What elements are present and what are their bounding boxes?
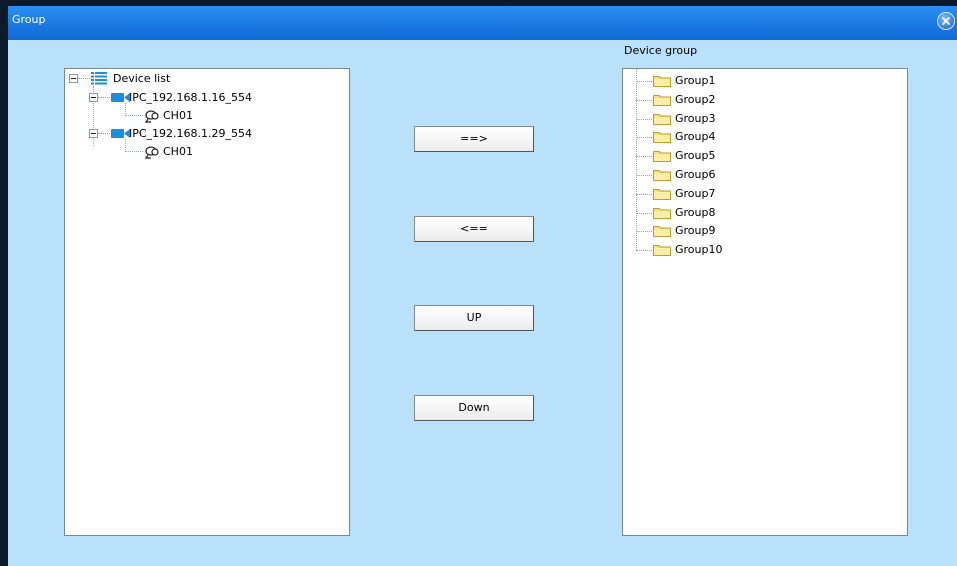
folder-icon (653, 170, 671, 181)
group-item[interactable]: Group10 (653, 241, 773, 259)
camera-icon (111, 93, 130, 102)
tree-connector (636, 118, 652, 120)
move-down-button[interactable]: Down (414, 395, 534, 421)
group-item[interactable]: Group4 (653, 128, 773, 146)
folder-icon (653, 245, 671, 257)
folder-icon (653, 207, 671, 219)
group-item[interactable]: Group1 (653, 72, 773, 90)
remove-from-group-button[interactable]: <== (414, 216, 534, 242)
group-label: Group3 (675, 111, 716, 125)
tree-connector (125, 151, 143, 152)
folder-icon (653, 94, 671, 106)
group-dialog: Group Device group Device list IPC_192.1… (8, 6, 957, 566)
group-label: Group10 (675, 243, 723, 257)
title-bar: Group (8, 6, 957, 40)
device-label: IPC_192.168.1.16_554 (129, 91, 253, 104)
tree-connector (636, 212, 652, 214)
tree-connector (636, 137, 652, 139)
tree-connector (636, 250, 652, 252)
group-item[interactable]: Group3 (653, 110, 773, 128)
tree-connector (636, 81, 652, 82)
tree-connector (636, 156, 652, 158)
close-icon (942, 17, 950, 25)
add-to-group-button[interactable]: ==> (414, 126, 534, 152)
group-item[interactable]: Group8 (653, 204, 773, 222)
group-label: Group9 (675, 224, 716, 238)
tree-connector (636, 69, 637, 251)
device-group-tree[interactable]: Group1 Group2 Group3 Group4 Group5 Group6 Grou… (622, 68, 908, 536)
collapse-toggle[interactable] (69, 74, 78, 83)
collapse-toggle[interactable] (89, 93, 98, 102)
group-item[interactable]: Group9 (653, 222, 773, 240)
group-label: Group7 (675, 186, 716, 200)
folder-icon (653, 113, 671, 125)
group-label: Group1 (675, 74, 716, 87)
group-label: Group8 (675, 205, 716, 219)
group-item[interactable]: Group2 (653, 91, 773, 109)
tree-root-label: Device list (113, 72, 171, 85)
folder-icon (653, 226, 671, 238)
tree-connector (636, 193, 652, 195)
folder-icon (653, 151, 671, 163)
tree-channel[interactable]: CH01 (145, 107, 245, 125)
tree-channel[interactable]: CH01 (145, 143, 245, 161)
folder-icon (653, 188, 671, 200)
tree-connector (125, 115, 143, 116)
window-title: Group (12, 13, 46, 26)
close-button[interactable] (937, 12, 955, 30)
channel-label: CH01 (163, 145, 193, 158)
folder-icon (653, 132, 671, 144)
group-label: Group4 (675, 130, 716, 144)
tree-root-device-list[interactable]: Device list (69, 70, 269, 88)
tree-connector (636, 99, 652, 101)
device-group-heading: Device group (624, 44, 698, 57)
list-icon (91, 72, 107, 85)
tree-connector (636, 175, 652, 176)
move-up-button[interactable]: UP (414, 305, 534, 331)
group-label: Group2 (675, 92, 716, 106)
tree-device[interactable]: IPC_192.168.1.16_554 (89, 89, 319, 107)
cctv-icon (145, 146, 159, 159)
collapse-toggle[interactable] (89, 129, 98, 138)
cctv-icon (145, 110, 159, 123)
tree-connector (636, 231, 652, 233)
group-item[interactable]: Group5 (653, 147, 773, 165)
channel-label: CH01 (163, 109, 193, 122)
group-item[interactable]: Group6 (653, 166, 773, 184)
device-list-tree[interactable]: Device list IPC_192.168.1.16_554 CH01 IP… (64, 68, 350, 536)
group-item[interactable]: Group7 (653, 185, 773, 203)
device-label: IPC_192.168.1.29_554 (129, 127, 253, 140)
folder-icon (653, 76, 671, 87)
group-label: Group5 (675, 149, 716, 163)
camera-icon (111, 129, 130, 138)
group-label: Group6 (675, 168, 716, 181)
tree-device[interactable]: IPC_192.168.1.29_554 (89, 125, 319, 143)
